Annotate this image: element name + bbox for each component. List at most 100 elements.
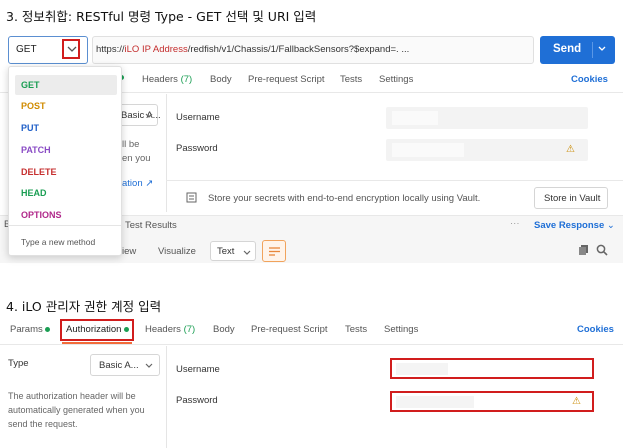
username-label: Username	[176, 112, 220, 123]
chevron-down-icon	[67, 46, 77, 52]
chevron-down-icon	[145, 363, 153, 368]
tab-label: Headers	[142, 74, 178, 85]
tab-label: Params	[10, 324, 43, 335]
send-label: Send	[553, 43, 582, 55]
send-divider	[592, 42, 593, 58]
auth-description-line: automatically generated when you	[8, 405, 145, 415]
tab-settings[interactable]: Settings	[379, 74, 413, 85]
auth-description-fragment: en you	[122, 153, 151, 164]
cookies-link[interactable]: Cookies	[571, 74, 608, 85]
tabs-divider	[0, 344, 623, 345]
tab-headers[interactable]: Headers (7)	[142, 74, 192, 85]
type-new-method-input[interactable]: Type a new method	[21, 237, 95, 247]
password-field[interactable]: ⚠	[386, 139, 588, 161]
section-1-title: 3. 정보취합: RESTful 명령 Type - GET 선택 및 URI …	[6, 9, 317, 24]
dropdown-divider	[9, 225, 121, 226]
url-variable: iLO IP Address	[124, 44, 188, 55]
url-text: https://iLO IP Address/redfish/v1/Chassi…	[96, 44, 409, 55]
warning-icon[interactable]: ⚠	[566, 144, 575, 155]
chevron-down-icon[interactable]	[598, 46, 606, 52]
tab-headers[interactable]: Headers (7)	[145, 324, 195, 335]
tab-settings[interactable]: Settings	[384, 324, 418, 335]
view-tab-fragment[interactable]: iew	[122, 246, 136, 257]
more-options-icon[interactable]: ···	[510, 218, 520, 229]
panel-divider	[166, 94, 167, 212]
wrap-icon	[269, 247, 280, 256]
method-option-put[interactable]: PUT	[15, 118, 117, 138]
tab-count: (7)	[183, 324, 196, 335]
format-select[interactable]: Text	[210, 241, 256, 261]
save-response-button[interactable]: Save Response ⌄	[534, 220, 615, 231]
tab-tests[interactable]: Tests	[340, 74, 362, 85]
url-prefix: https://	[96, 44, 125, 55]
search-icon[interactable]	[596, 244, 608, 256]
send-button[interactable]: Send	[540, 36, 615, 64]
password-value	[396, 396, 474, 408]
learn-more-link[interactable]: ation ↗	[122, 178, 153, 189]
wrap-lines-button[interactable]	[262, 240, 286, 262]
vault-message: Store your secrets with end-to-end encry…	[208, 193, 481, 204]
tab-authorization[interactable]: Authorization	[66, 324, 130, 335]
method-option-head[interactable]: HEAD	[15, 183, 117, 203]
tab-count: (7)	[180, 74, 193, 85]
store-in-vault-label: Store in Vault	[544, 193, 601, 204]
auth-description-fragment: ll be	[122, 139, 140, 150]
tab-test-results[interactable]: Test Results	[125, 220, 177, 231]
chevron-down-icon	[243, 250, 251, 255]
chevron-down-icon: ⌄	[606, 220, 615, 231]
store-in-vault-button[interactable]: Store in Vault	[534, 187, 608, 209]
chevron-down-icon	[145, 113, 153, 118]
method-dropdown-menu: GET POST PUT PATCH DELETE HEAD OPTIONS T…	[8, 66, 122, 256]
auth-type-value: Basic A...	[99, 360, 139, 371]
cookies-link[interactable]: Cookies	[577, 324, 614, 335]
password-label: Password	[176, 143, 218, 154]
tab-pre-request-script[interactable]: Pre-request Script	[248, 74, 325, 85]
tab-body[interactable]: Body	[213, 324, 235, 335]
tab-params[interactable]: Params	[10, 324, 51, 335]
method-option-get[interactable]: GET	[15, 75, 117, 95]
tab-visualize[interactable]: Visualize	[158, 246, 196, 257]
vault-divider	[166, 180, 623, 181]
tab-dot	[124, 326, 130, 332]
tab-label: Headers	[145, 324, 181, 335]
method-option-label: PUT	[21, 123, 39, 133]
username-value	[396, 363, 448, 375]
method-option-label: POST	[21, 101, 46, 111]
tab-pre-request-script[interactable]: Pre-request Script	[251, 324, 328, 335]
method-option-label: PATCH	[21, 145, 51, 155]
auth-type-select[interactable]: Basic A...	[90, 354, 160, 376]
warning-icon[interactable]: ⚠	[572, 396, 581, 407]
method-option-label: OPTIONS	[21, 210, 62, 220]
section-2-title: 4. iLO 관리자 권한 계정 입력	[6, 299, 162, 314]
format-value: Text	[217, 246, 235, 257]
tab-dot	[45, 326, 51, 332]
username-field[interactable]	[386, 107, 588, 129]
url-suffix: /redfish/v1/Chassis/1/FallbackSensors?$e…	[187, 44, 410, 55]
type-label: Type	[8, 358, 29, 369]
panel-divider	[166, 346, 167, 448]
username-value	[392, 111, 438, 125]
method-option-patch[interactable]: PATCH	[15, 140, 117, 160]
auth-description-line: send the request.	[8, 419, 78, 429]
vault-icon	[186, 192, 197, 203]
method-option-label: HEAD	[21, 188, 47, 198]
method-option-post[interactable]: POST	[15, 96, 117, 116]
username-field[interactable]	[390, 358, 594, 379]
copy-icon[interactable]	[578, 244, 589, 256]
method-option-options[interactable]: OPTIONS	[15, 205, 117, 225]
password-label: Password	[176, 395, 218, 406]
auth-description-line: The authorization header will be	[8, 391, 136, 401]
method-option-label: DELETE	[21, 167, 57, 177]
method-dropdown-toggle[interactable]	[62, 39, 80, 59]
auth-type-value: Basic A...	[121, 110, 161, 121]
tab-tests[interactable]: Tests	[345, 324, 367, 335]
method-option-label: GET	[21, 80, 40, 90]
password-field[interactable]: ⚠	[390, 391, 594, 412]
save-response-label: Save Response	[534, 220, 605, 231]
username-label: Username	[176, 364, 220, 375]
method-value: GET	[16, 44, 37, 55]
tab-label: Authorization	[66, 324, 122, 335]
password-value	[392, 143, 464, 157]
tab-body[interactable]: Body	[210, 74, 232, 85]
method-option-delete[interactable]: DELETE	[15, 162, 117, 182]
